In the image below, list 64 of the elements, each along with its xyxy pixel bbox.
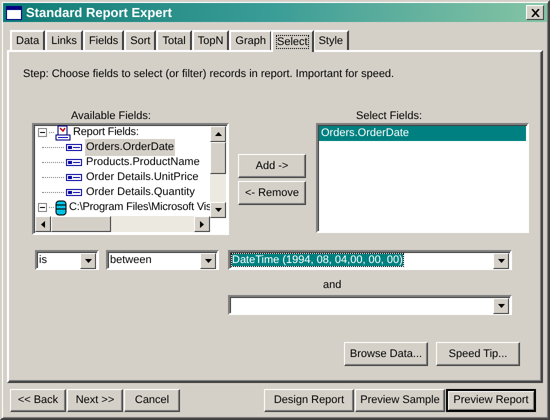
tab[interactable]: Links	[45, 30, 83, 50]
tree-item[interactable]: Orders.OrderDate	[85, 139, 176, 156]
select-fields-label: Select Fields:	[356, 109, 422, 124]
tree-item[interactable]: Products.ProductName	[85, 154, 201, 171]
tree-item[interactable]: Report Fields:	[73, 125, 139, 141]
field-icon	[66, 174, 82, 181]
tab[interactable]: Graph	[229, 30, 272, 50]
field-icon	[66, 144, 82, 151]
left-arrow-icon	[41, 220, 45, 228]
up-arrow-icon	[214, 132, 222, 136]
add-button[interactable]: Add ->	[238, 154, 306, 178]
browse-data-button[interactable]: Browse Data...	[344, 342, 428, 366]
dropdown-button[interactable]	[493, 298, 509, 314]
value-dropdown[interactable]	[228, 295, 512, 315]
tab[interactable]: Sort	[124, 30, 156, 50]
close-button[interactable]	[526, 5, 544, 20]
remove-button[interactable]: <- Remove	[238, 181, 306, 205]
dropdown-button[interactable]	[80, 253, 96, 269]
scroll-thumb[interactable]	[51, 216, 111, 232]
tab[interactable]: Select	[270, 30, 314, 52]
scroll-thumb[interactable]	[210, 142, 226, 174]
footer-button[interactable]: Cancel	[124, 389, 180, 412]
scroll-down-button[interactable]	[210, 202, 226, 218]
dropdown-arrow-icon	[498, 259, 504, 263]
database-icon	[55, 200, 67, 216]
scroll-left-button[interactable]	[35, 216, 51, 232]
dropdown-arrow-icon	[84, 259, 92, 263]
footer-button[interactable]: Preview Report	[446, 389, 536, 412]
tab[interactable]: Data	[10, 30, 46, 50]
field-icon	[66, 159, 82, 166]
dropdown-button[interactable]	[493, 253, 509, 269]
horizontal-scrollbar[interactable]	[35, 216, 210, 232]
tab[interactable]: TopN	[192, 30, 230, 50]
step-text: Step: Choose fields to select (or filter) records in report. Important for speed.	[23, 67, 394, 82]
tab[interactable]: Style	[312, 30, 350, 50]
value-dropdown[interactable]: DateTime (1994, 08, 04,00, 00, 00)	[228, 250, 512, 270]
field-icon	[66, 189, 82, 196]
speed-tip-button[interactable]: Speed Tip...	[436, 342, 520, 366]
collapse-icon[interactable]	[38, 203, 47, 212]
tab[interactable]: Fields	[82, 30, 124, 50]
list-item[interactable]: Orders.OrderDate	[319, 126, 526, 141]
footer-button[interactable]: Preview Sample	[355, 389, 445, 412]
comparison-dropdown[interactable]: between	[106, 250, 219, 270]
footer-button[interactable]: Next >>	[67, 389, 123, 412]
window-title: Standard Report Expert	[26, 4, 172, 22]
dropdown-arrow-icon	[498, 304, 504, 308]
and-label: and	[323, 278, 342, 293]
footer-button[interactable]: Design Report	[264, 389, 354, 412]
dropdown-arrow-icon	[204, 259, 212, 263]
close-icon	[530, 8, 540, 16]
down-arrow-icon	[214, 208, 222, 212]
available-fields-label: Available Fields:	[71, 109, 151, 124]
tree-item[interactable]: Order Details.Quantity	[85, 184, 196, 201]
vertical-scrollbar[interactable]	[210, 126, 226, 218]
scroll-up-button[interactable]	[210, 126, 226, 142]
dropdown-button[interactable]	[200, 253, 216, 269]
operator-dropdown[interactable]: is	[35, 250, 99, 270]
collapse-icon[interactable]	[38, 128, 47, 137]
tab[interactable]: Total	[156, 30, 192, 50]
tree-item[interactable]: Order Details.UnitPrice	[85, 169, 200, 186]
scroll-right-button[interactable]	[194, 216, 210, 232]
footer-button[interactable]: << Back	[10, 389, 66, 412]
window-icon	[6, 6, 22, 20]
right-arrow-icon	[200, 220, 204, 228]
